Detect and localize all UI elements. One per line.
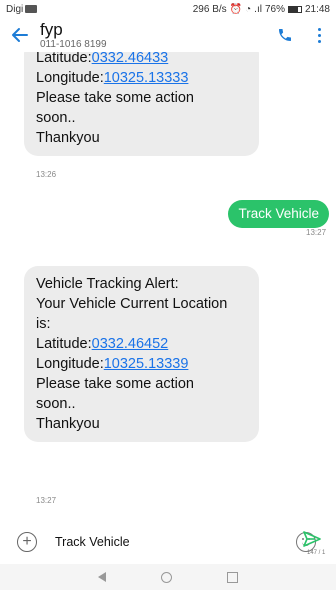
message-line: Latitude:0332.46452 <box>36 334 247 354</box>
outgoing-message[interactable]: Track Vehicle <box>228 200 329 228</box>
notification-icon <box>25 5 38 13</box>
message-line: soon.. <box>36 108 247 128</box>
compose-bar: + 147 / 1 <box>0 520 336 564</box>
add-attachment-icon[interactable]: + <box>17 532 37 552</box>
contact-number: 011-1016 8199 <box>40 38 107 50</box>
network-speed: 296 B/s <box>192 3 227 15</box>
message-line: Please take some action <box>36 88 247 108</box>
message-line: Thankyou <box>36 414 247 434</box>
back-arrow-icon[interactable] <box>4 20 34 50</box>
message-line: Please take some action <box>36 374 247 394</box>
message-text: Thankyou <box>36 130 100 146</box>
message-text: soon.. <box>36 110 76 126</box>
carrier: Digi <box>6 3 38 15</box>
message-line: Vehicle Tracking Alert: <box>36 274 247 294</box>
message-text: Your Vehicle Current Location <box>36 296 228 312</box>
wifi-icon: ◔ <box>245 3 252 15</box>
incoming-message[interactable]: Latitude:0332.46433 Longitude:10325.13333… <box>24 52 259 156</box>
message-line: Longitude:10325.13333 <box>36 68 247 88</box>
message-time: 13:26 <box>36 170 57 179</box>
coordinate-link[interactable]: 10325.13339 <box>104 356 189 372</box>
alarm-icon: ⏰ <box>229 3 243 15</box>
conversation-header: fyp 011-1016 8199 <box>0 18 336 52</box>
incoming-message[interactable]: Vehicle Tracking Alert: Your Vehicle Curr… <box>24 266 259 442</box>
message-time: 13:27 <box>36 496 57 505</box>
coordinate-link[interactable]: 0332.46452 <box>92 336 169 352</box>
character-count: 147 / 1 <box>307 550 326 556</box>
send-icon[interactable] <box>303 531 323 547</box>
message-text: soon.. <box>36 396 76 412</box>
nav-back-icon[interactable] <box>97 572 106 582</box>
message-thread[interactable]: Latitude:0332.46433 Longitude:10325.13333… <box>0 52 336 520</box>
battery-icon <box>287 5 302 13</box>
message-line: Longitude:10325.13339 <box>36 354 247 374</box>
clock: 21:48 <box>304 3 330 15</box>
system-navigation-bar <box>0 564 336 590</box>
message-text: Longitude: <box>36 70 104 86</box>
carrier-name: Digi <box>6 3 24 15</box>
message-text: Please take some action <box>36 376 194 392</box>
more-vertical-icon[interactable] <box>312 24 326 46</box>
coordinate-link[interactable]: 10325.13333 <box>104 70 189 86</box>
coordinate-link[interactable]: 0332.46433 <box>92 52 169 66</box>
message-text: Latitude: <box>36 52 92 66</box>
phone-icon[interactable] <box>274 24 296 46</box>
message-text: Latitude: <box>36 336 92 352</box>
message-line: Your Vehicle Current Location <box>36 294 247 314</box>
signal-icon: .ıl <box>254 3 262 15</box>
message-line: Thankyou <box>36 128 247 148</box>
message-text: Longitude: <box>36 356 104 372</box>
message-time: 13:27 <box>306 228 327 237</box>
message-text: Thankyou <box>36 416 100 432</box>
status-bar: Digi 296 B/s ⏰ ◔ .ıl 76% 21:48 <box>0 0 336 18</box>
message-text: is: <box>36 316 51 332</box>
status-right: 296 B/s ⏰ ◔ .ıl 76% 21:48 <box>193 4 330 15</box>
nav-recent-apps-icon[interactable] <box>227 571 239 583</box>
contact-info[interactable]: fyp 011-1016 8199 <box>40 21 107 50</box>
message-input[interactable] <box>55 535 255 549</box>
message-text: Vehicle Tracking Alert: <box>36 276 179 292</box>
battery-percent: 76% <box>264 3 285 15</box>
nav-home-icon[interactable] <box>160 571 172 583</box>
message-line: is: <box>36 314 247 334</box>
message-line: soon.. <box>36 394 247 414</box>
message-line: Latitude:0332.46433 <box>36 52 247 68</box>
message-text: Please take some action <box>36 90 194 106</box>
contact-name: fyp <box>40 19 63 39</box>
